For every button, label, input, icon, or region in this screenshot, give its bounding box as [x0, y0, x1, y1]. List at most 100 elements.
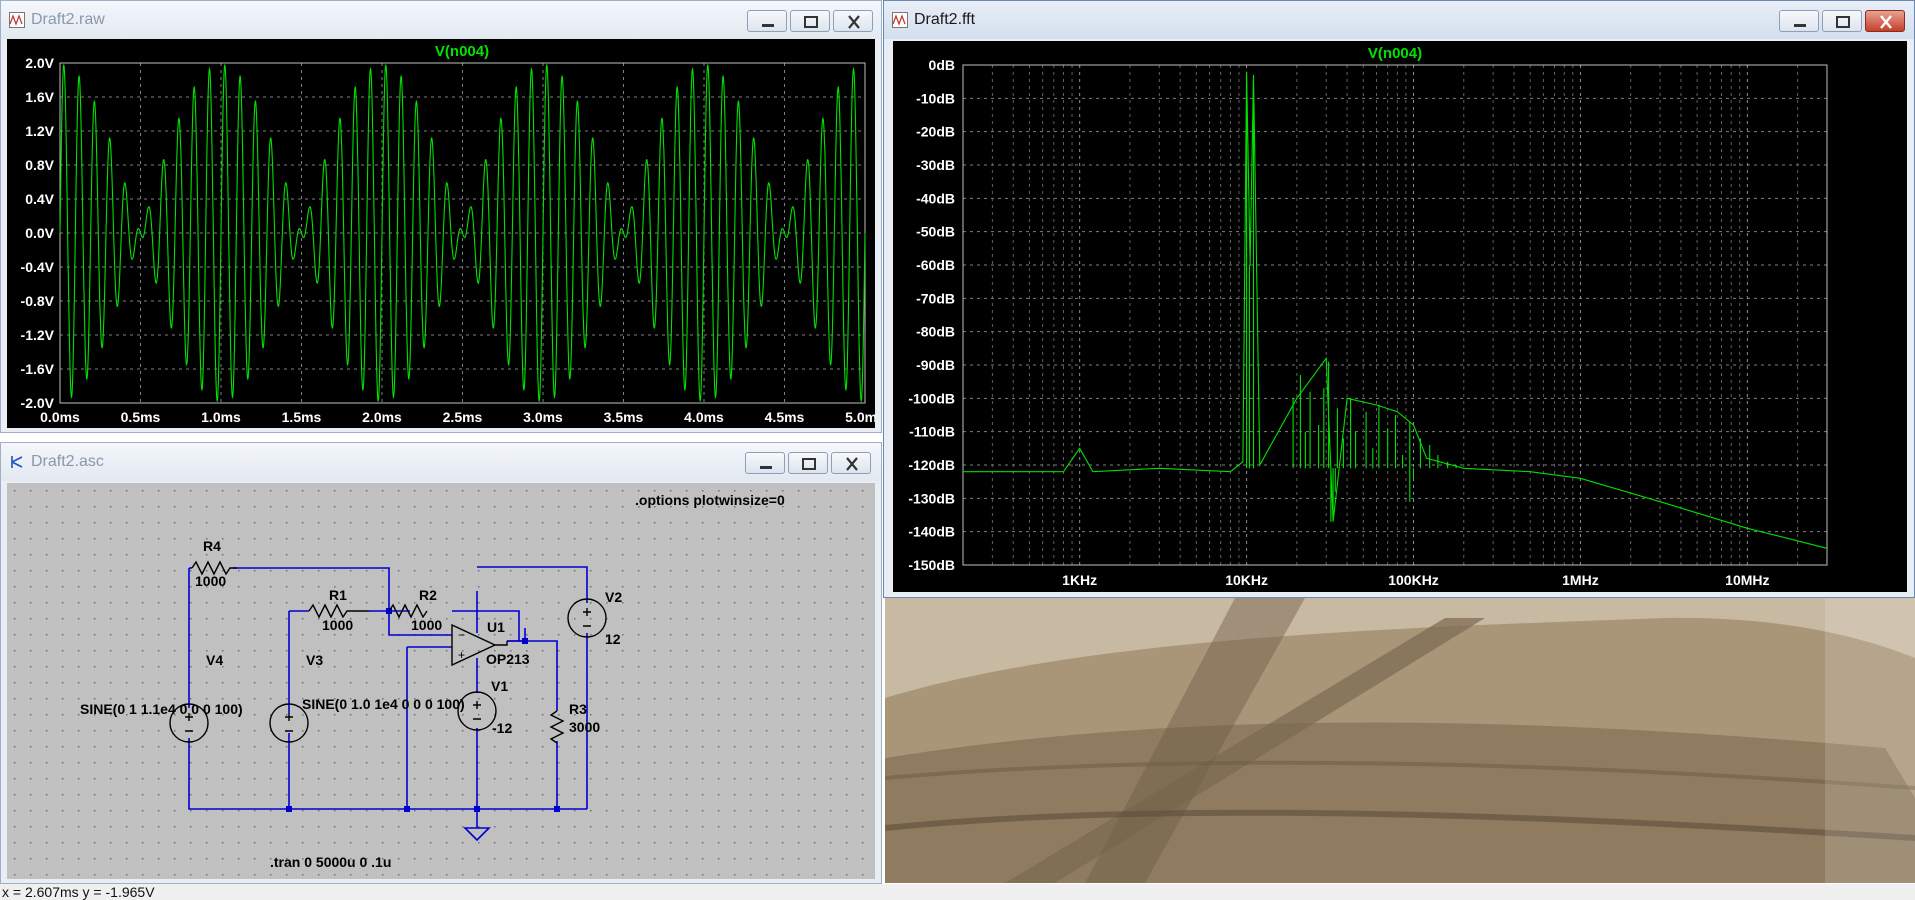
v4-value: SINE(0 1 1.1e4 0 0 0 100) — [80, 701, 243, 717]
x-axis-ticks: 0.0ms 0.5ms 1.0ms 1.5ms 2.0ms 2.5ms 3.0ms 3.5ms… — [40, 409, 885, 425]
fft-spectrum-chart[interactable]: V(n004) 0dB -10dB -20dB -30dB -40dB -50dB -60d… — [893, 41, 1907, 592]
schematic-canvas[interactable]: .options plotwinsize=0 .tran 0 5000u 0 .… — [7, 483, 875, 879]
x-axis-ticks: 1KHz 10KHz 100KHz 1MHz 10MHz — [1062, 572, 1769, 588]
y-tick-label: -140dB — [908, 524, 955, 540]
minimize-button[interactable] — [1779, 10, 1819, 32]
plot-frame — [962, 64, 1828, 566]
r4-name: R4 — [203, 538, 221, 554]
y-tick-label: -30dB — [916, 157, 955, 173]
trace-label[interactable]: V(n004) — [435, 43, 489, 60]
raw-window-title: Draft2.raw — [31, 11, 105, 28]
v3-name: V3 — [306, 652, 323, 668]
svg-text:+: + — [458, 648, 465, 662]
x-tick-label: 1KHz — [1062, 572, 1097, 588]
fft-plot-window[interactable]: Draft2.fft V(n004) 0dB -10dB -20dB -30dB -40… — [883, 0, 1915, 598]
options-directive[interactable]: .options plotwinsize=0 — [635, 492, 785, 508]
x-tick-label: 1.0ms — [201, 409, 241, 425]
y-tick-label: -90dB — [916, 357, 955, 373]
schematic-window-title: Draft2.asc — [31, 453, 104, 470]
close-button[interactable] — [833, 10, 873, 32]
y-tick-label: -70dB — [916, 290, 955, 306]
x-tick-label: 5.0ms — [845, 409, 875, 425]
cursor-readout: x = 2.607ms y = -1.965V — [2, 884, 155, 900]
y-tick-label: -1.2V — [21, 327, 55, 343]
y-tick-label: -10dB — [916, 90, 955, 106]
u1-value: OP213 — [486, 651, 530, 667]
y-tick-label: -80dB — [916, 324, 955, 340]
r3-name: R3 — [569, 701, 587, 717]
close-button[interactable] — [1865, 10, 1905, 32]
y-tick-label: -20dB — [916, 124, 955, 140]
r4-value: 1000 — [195, 573, 226, 589]
y-tick-label: 0.0V — [25, 225, 54, 241]
x-tick-label: 10MHz — [1725, 572, 1769, 588]
x-tick-label: 4.5ms — [765, 409, 805, 425]
y-tick-label: -130dB — [908, 490, 955, 506]
y-tick-label: -150dB — [908, 557, 955, 573]
x-tick-label: 0.5ms — [121, 409, 161, 425]
y-tick-label: -100dB — [908, 390, 955, 406]
y-tick-label: -120dB — [908, 457, 955, 473]
x-tick-label: 1MHz — [1562, 572, 1599, 588]
schematic-icon — [11, 456, 23, 468]
fft-window-title: Draft2.fft — [914, 11, 976, 28]
x-tick-label: 4.0ms — [684, 409, 724, 425]
y-tick-label: -50dB — [916, 224, 955, 240]
x-tick-label: 2.0ms — [362, 409, 402, 425]
y-axis-ticks: 2.0V 1.6V 1.2V 0.8V 0.4V 0.0V -0.4V -0.8V -1.2V -… — [21, 55, 55, 411]
x-tick-label: 3.0ms — [523, 409, 563, 425]
r1-name: R1 — [329, 587, 347, 603]
maximize-button[interactable] — [1822, 10, 1862, 32]
r2-value: 1000 — [411, 617, 442, 633]
raw-plot-window[interactable]: Draft2.raw V(n004) 2.0V 1.6V 1.2V 0.8V 0.4V 0… — [0, 0, 886, 433]
plot-grid — [963, 65, 1827, 565]
maximize-button[interactable] — [790, 10, 830, 32]
waveform-plot-icon — [9, 12, 25, 28]
y-tick-label: -1.6V — [21, 361, 55, 377]
desktop-wallpaper-image — [885, 598, 1915, 883]
tran-directive[interactable]: .tran 0 5000u 0 .1u — [270, 854, 391, 870]
raw-plot-area[interactable]: V(n004) 2.0V 1.6V 1.2V 0.8V 0.4V 0.0V -0.4V -0.… — [7, 39, 886, 428]
svg-text:−: − — [458, 628, 465, 642]
r3-value: 3000 — [569, 719, 600, 735]
v1-name: V1 — [491, 678, 508, 694]
y-tick-label: 2.0V — [25, 55, 54, 71]
minimize-button[interactable] — [747, 10, 787, 32]
v4-name: V4 — [206, 652, 223, 668]
schematic-window[interactable]: Draft2.asc .options plotwinsize=0 .tran … — [0, 442, 882, 884]
r1-value: 1000 — [322, 617, 353, 633]
y-tick-label: -40dB — [916, 190, 955, 206]
y-tick-label: -0.8V — [21, 293, 55, 309]
y-tick-label: -110dB — [909, 424, 955, 440]
x-tick-label: 1.5ms — [282, 409, 322, 425]
trace-label[interactable]: V(n004) — [1368, 45, 1422, 62]
v2-value: 12 — [605, 631, 621, 647]
x-tick-label: 10KHz — [1225, 572, 1268, 588]
v1-value: -12 — [492, 720, 512, 736]
status-bar: x = 2.607ms y = -1.965V — [0, 884, 1915, 900]
y-tick-label: 0dB — [929, 57, 955, 73]
close-button[interactable] — [831, 452, 871, 474]
raw-window-titlebar[interactable]: Draft2.raw — [1, 1, 881, 39]
x-tick-label: 2.5ms — [443, 409, 483, 425]
y-tick-label: 1.6V — [25, 89, 54, 105]
y-tick-label: 0.8V — [25, 157, 54, 173]
v2-name: V2 — [605, 589, 622, 605]
u1-name: U1 — [487, 619, 505, 635]
y-tick-label: 1.2V — [25, 123, 54, 139]
schematic-window-titlebar[interactable]: Draft2.asc — [1, 443, 881, 481]
y-axis-ticks: 0dB -10dB -20dB -30dB -40dB -50dB -60dB -70dB -8… — [908, 57, 955, 573]
minimize-button[interactable] — [745, 452, 785, 474]
transient-waveform-chart[interactable]: V(n004) 2.0V 1.6V 1.2V 0.8V 0.4V 0.0V -0.4V -0.… — [7, 39, 886, 428]
x-tick-label: 100KHz — [1388, 572, 1439, 588]
waveform-plot-icon — [892, 12, 908, 28]
maximize-button[interactable] — [788, 452, 828, 474]
y-tick-label: 0.4V — [25, 191, 54, 207]
x-tick-label: 0.0ms — [40, 409, 80, 425]
r2-name: R2 — [419, 587, 437, 603]
v3-value: SINE(0 1.0 1e4 0 0 0 100) — [302, 696, 465, 712]
fft-plot-area[interactable]: V(n004) 0dB -10dB -20dB -30dB -40dB -50dB -60d… — [893, 41, 1907, 592]
y-tick-label: -0.4V — [21, 259, 55, 275]
fft-window-titlebar[interactable]: Draft2.fft — [884, 1, 1914, 39]
y-tick-label: -60dB — [916, 257, 955, 273]
